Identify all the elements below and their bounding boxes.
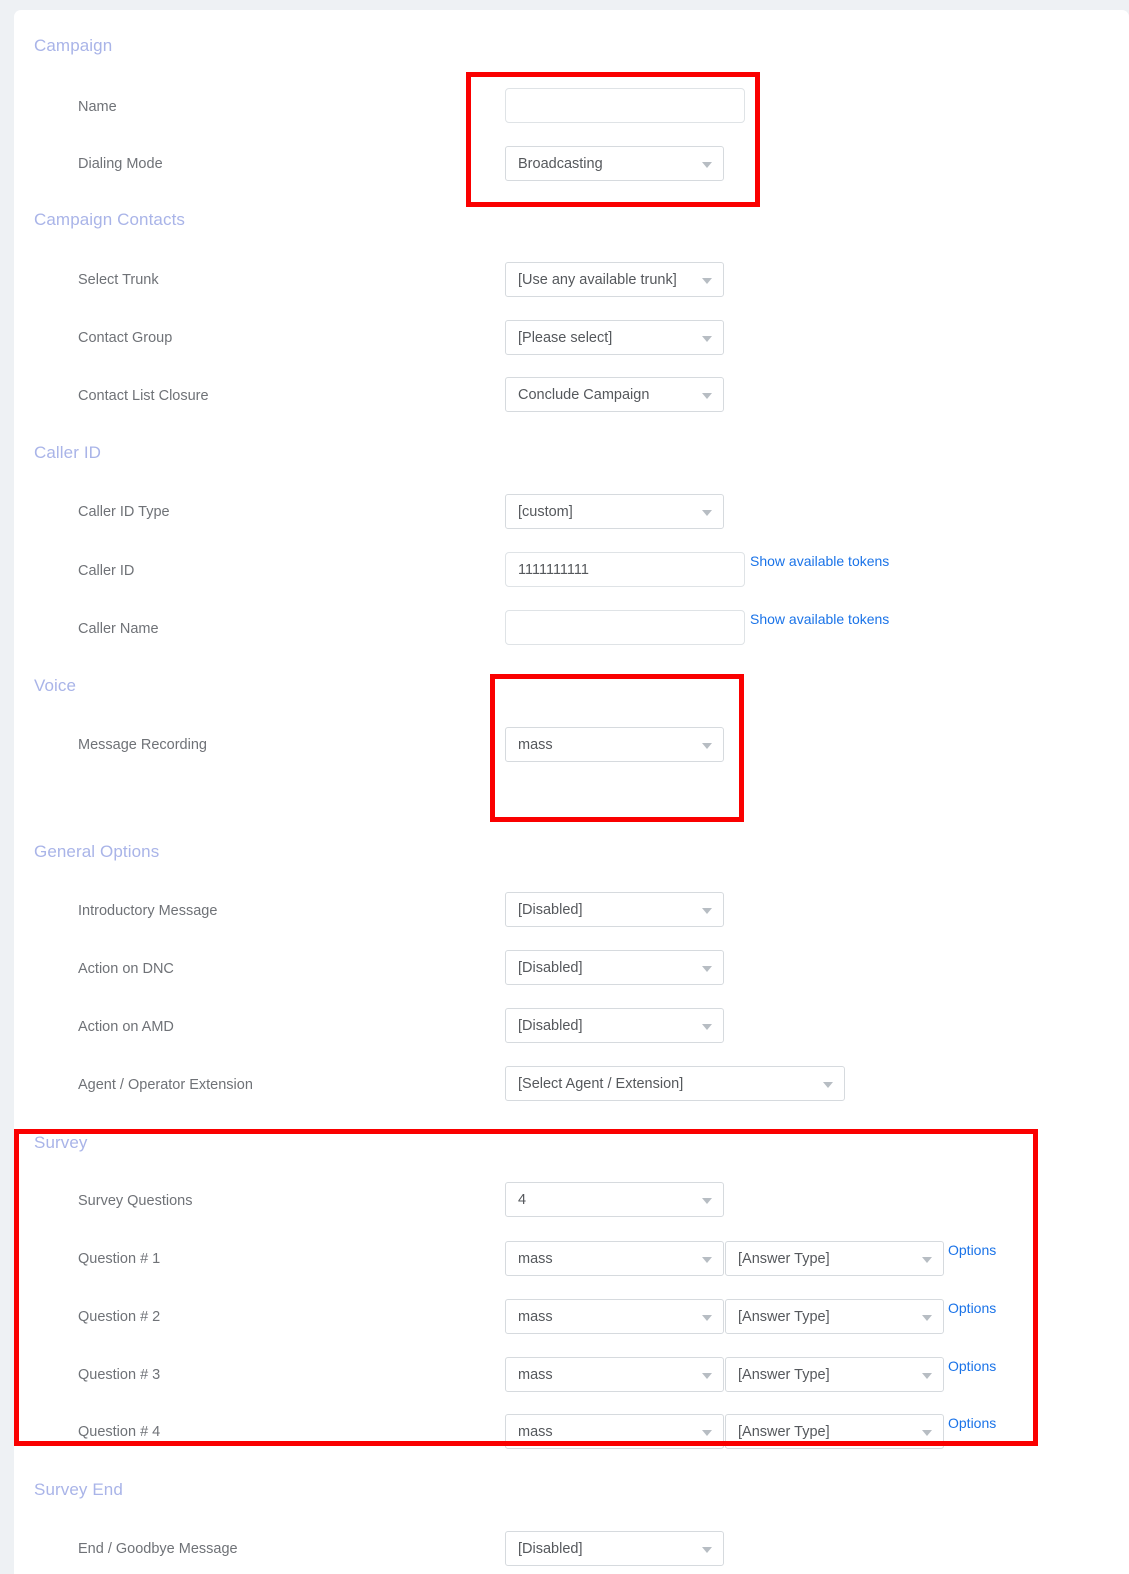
section-title-campaign-contacts: Campaign Contacts	[34, 210, 185, 229]
field-label-question-2: Question # 2	[78, 1309, 161, 1325]
chevron-down-icon	[702, 965, 712, 972]
section-title-survey-end: Survey End	[34, 1480, 123, 1499]
chevron-down-icon	[702, 742, 712, 749]
field-label-select-trunk: Select Trunk	[78, 272, 159, 288]
field-label-message-recording: Message Recording	[78, 737, 207, 753]
chevron-down-icon	[702, 1197, 712, 1204]
field-label-agent-operator-extension: Agent / Operator Extension	[78, 1077, 253, 1093]
contact-group-select[interactable]: [Please select]	[505, 320, 724, 355]
chevron-down-icon	[702, 1372, 712, 1379]
message-recording-value: mass	[518, 736, 553, 753]
question-1-recording-value: mass	[518, 1250, 553, 1267]
introductory-message-select[interactable]: [Disabled]	[505, 892, 724, 927]
question-3-answer-type-value: [Answer Type]	[738, 1366, 830, 1383]
question-1-answer-type-select[interactable]: [Answer Type]	[725, 1241, 944, 1276]
question-2-recording-select[interactable]: mass	[505, 1299, 724, 1334]
chevron-down-icon	[702, 392, 712, 399]
field-label-survey-questions: Survey Questions	[78, 1193, 193, 1209]
question-3-recording-value: mass	[518, 1366, 553, 1383]
action-on-dnc-select[interactable]: [Disabled]	[505, 950, 724, 985]
caller-name-input[interactable]	[505, 610, 745, 645]
section-title-survey: Survey	[34, 1133, 88, 1152]
chevron-down-icon	[702, 509, 712, 516]
question-3-options-link[interactable]: Options	[948, 1358, 996, 1374]
chevron-down-icon	[702, 1314, 712, 1321]
caller-id-input[interactable]: 1111111111	[505, 552, 745, 587]
question-3-recording-select[interactable]: mass	[505, 1357, 724, 1392]
field-label-action-on-amd: Action on AMD	[78, 1019, 174, 1035]
section-title-caller-id: Caller ID	[34, 443, 102, 462]
chevron-down-icon	[702, 1429, 712, 1436]
introductory-message-value: [Disabled]	[518, 901, 583, 918]
section-title-voice: Voice	[34, 676, 77, 695]
caller-id-input-value: 1111111111	[518, 561, 589, 578]
chevron-down-icon	[702, 161, 712, 168]
question-4-answer-type-select[interactable]: [Answer Type]	[725, 1414, 944, 1449]
contact-list-closure-value: Conclude Campaign	[518, 386, 650, 403]
field-label-question-1: Question # 1	[78, 1251, 161, 1267]
chevron-down-icon	[922, 1429, 932, 1436]
dialing-mode-select[interactable]: Broadcasting	[505, 146, 724, 181]
survey-questions-value: 4	[518, 1191, 527, 1208]
settings-card: Campaign Name Dialing Mode Broadcasting …	[14, 10, 1129, 1574]
field-label-action-on-dnc: Action on DNC	[78, 961, 174, 977]
survey-questions-select[interactable]: 4	[505, 1182, 724, 1217]
chevron-down-icon	[702, 277, 712, 284]
end-goodbye-message-value: [Disabled]	[518, 1540, 583, 1557]
field-label-dialing-mode: Dialing Mode	[78, 156, 163, 172]
show-available-tokens-link-caller-name[interactable]: Show available tokens	[750, 611, 889, 627]
question-2-recording-value: mass	[518, 1308, 553, 1325]
field-label-contact-group: Contact Group	[78, 330, 173, 346]
message-recording-select[interactable]: mass	[505, 727, 724, 762]
section-title-campaign: Campaign	[34, 36, 113, 55]
field-label-question-4: Question # 4	[78, 1424, 161, 1440]
caller-id-type-select[interactable]: [custom]	[505, 494, 724, 529]
field-label-name: Name	[78, 99, 117, 115]
contact-group-value: [Please select]	[518, 329, 613, 346]
field-label-introductory-message: Introductory Message	[78, 903, 218, 919]
section-title-general-options: General Options	[34, 842, 160, 861]
chevron-down-icon	[702, 1546, 712, 1553]
question-2-options-link[interactable]: Options	[948, 1300, 996, 1316]
field-label-question-3: Question # 3	[78, 1367, 161, 1383]
chevron-down-icon	[922, 1256, 932, 1263]
field-label-caller-id-type: Caller ID Type	[78, 504, 170, 520]
agent-operator-extension-value: [Select Agent / Extension]	[518, 1075, 684, 1092]
question-4-recording-select[interactable]: mass	[505, 1414, 724, 1449]
field-label-end-goodbye-message: End / Goodbye Message	[78, 1541, 238, 1557]
show-available-tokens-link-caller-id[interactable]: Show available tokens	[750, 553, 889, 569]
question-1-recording-select[interactable]: mass	[505, 1241, 724, 1276]
question-3-answer-type-select[interactable]: [Answer Type]	[725, 1357, 944, 1392]
action-on-dnc-value: [Disabled]	[518, 959, 583, 976]
chevron-down-icon	[702, 1256, 712, 1263]
contact-list-closure-select[interactable]: Conclude Campaign	[505, 377, 724, 412]
select-trunk-value: [Use any available trunk]	[518, 271, 677, 288]
select-trunk-select[interactable]: [Use any available trunk]	[505, 262, 724, 297]
caller-id-type-value: [custom]	[518, 503, 573, 520]
chevron-down-icon	[922, 1372, 932, 1379]
field-label-caller-name: Caller Name	[78, 621, 159, 637]
chevron-down-icon	[922, 1314, 932, 1321]
chevron-down-icon	[702, 907, 712, 914]
question-2-answer-type-select[interactable]: [Answer Type]	[725, 1299, 944, 1334]
question-1-options-link[interactable]: Options	[948, 1242, 996, 1258]
page-root: Campaign Name Dialing Mode Broadcasting …	[0, 0, 1129, 1574]
question-4-options-link[interactable]: Options	[948, 1415, 996, 1431]
question-4-recording-value: mass	[518, 1423, 553, 1440]
question-4-answer-type-value: [Answer Type]	[738, 1423, 830, 1440]
name-input[interactable]	[505, 88, 745, 123]
dialing-mode-value: Broadcasting	[518, 155, 603, 172]
end-goodbye-message-select[interactable]: [Disabled]	[505, 1531, 724, 1566]
action-on-amd-value: [Disabled]	[518, 1017, 583, 1034]
chevron-down-icon	[702, 1023, 712, 1030]
field-label-contact-list-closure: Contact List Closure	[78, 388, 209, 404]
question-1-answer-type-value: [Answer Type]	[738, 1250, 830, 1267]
agent-operator-extension-select[interactable]: [Select Agent / Extension]	[505, 1066, 845, 1101]
chevron-down-icon	[823, 1081, 833, 1088]
field-label-caller-id: Caller ID	[78, 563, 135, 579]
question-2-answer-type-value: [Answer Type]	[738, 1308, 830, 1325]
chevron-down-icon	[702, 335, 712, 342]
action-on-amd-select[interactable]: [Disabled]	[505, 1008, 724, 1043]
